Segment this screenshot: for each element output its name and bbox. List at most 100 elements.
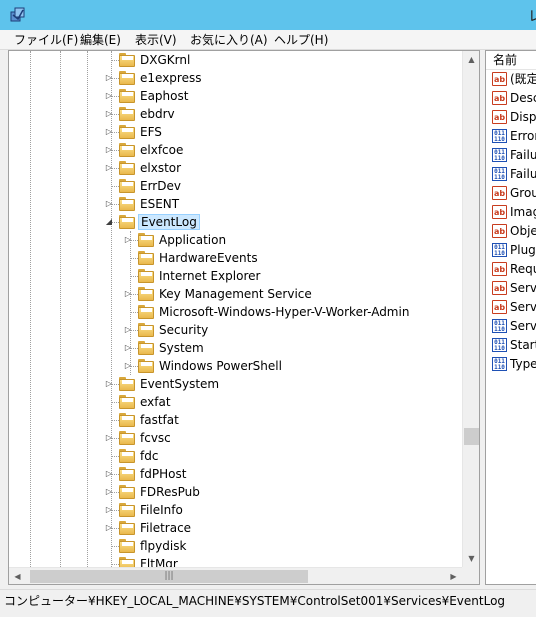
tree-item-label[interactable]: Security [157, 322, 210, 338]
tree-item[interactable]: ▷ System [9, 339, 462, 357]
expand-arrow-icon[interactable]: ▷ [104, 159, 114, 177]
collapse-arrow-icon[interactable]: ◢ [104, 213, 114, 231]
tree-item[interactable]: ▷ e1express [9, 69, 462, 87]
scroll-left-icon[interactable]: ◀ [9, 568, 26, 584]
value-row[interactable]: abGrou [490, 184, 536, 203]
scroll-up-icon[interactable]: ▲ [463, 51, 479, 68]
tree-item-label[interactable]: Microsoft-Windows-Hyper-V-Worker-Admin [157, 304, 411, 320]
value-row[interactable]: abRequ [490, 260, 536, 279]
tree-item[interactable]: ▷ Windows PowerShell [9, 357, 462, 375]
tree-item-label[interactable]: FileInfo [138, 502, 185, 518]
expand-arrow-icon[interactable]: ▷ [123, 285, 133, 303]
value-row[interactable]: abServi [490, 298, 536, 317]
value-row[interactable]: abImag [490, 203, 536, 222]
tree-item-label[interactable]: elxfcoe [138, 142, 185, 158]
tree-item[interactable]: ▷ FDResPub [9, 483, 462, 501]
value-row[interactable]: 011 110 Failu [490, 165, 536, 184]
tree-item-label[interactable]: DXGKrnl [138, 52, 192, 68]
tree-item-label[interactable]: Application [157, 232, 228, 248]
expand-arrow-icon[interactable]: ▷ [104, 87, 114, 105]
scroll-thumb-vertical[interactable] [464, 428, 479, 445]
tree-item-label[interactable]: EventSystem [138, 376, 221, 392]
tree-item[interactable]: ▷ Application [9, 231, 462, 249]
key-tree-pane[interactable]: DXGKrnl ▷ e1express ▷ Eaphost ▷ ebdrv ▷ EFS ▷ elxf… [8, 50, 480, 585]
tree-item[interactable]: DXGKrnl [9, 51, 462, 69]
value-row[interactable]: 011 110 Type [490, 355, 536, 374]
tree-item-label[interactable]: fdPHost [138, 466, 188, 482]
tree-item-label[interactable]: Filetrace [138, 520, 193, 536]
value-row[interactable]: abServi [490, 279, 536, 298]
registry-editor-icon[interactable] [9, 6, 27, 24]
menu-file[interactable]: ファイル(F) [11, 31, 81, 49]
expand-arrow-icon[interactable]: ▷ [104, 69, 114, 87]
expand-arrow-icon[interactable]: ▷ [104, 105, 114, 123]
menu-favorites[interactable]: お気に入り(A) [187, 31, 271, 49]
tree-item-label[interactable]: FltMgr [138, 556, 180, 567]
tree-item[interactable]: ▷ Eaphost [9, 87, 462, 105]
tree-item-label[interactable]: ESENT [138, 196, 181, 212]
value-row[interactable]: abDispl [490, 108, 536, 127]
tree-item[interactable]: ▷ Key Management Service [9, 285, 462, 303]
expand-arrow-icon[interactable]: ▷ [104, 501, 114, 519]
value-row[interactable]: ab (既定 [490, 70, 536, 89]
expand-arrow-icon[interactable]: ▷ [123, 339, 133, 357]
expand-arrow-icon[interactable]: ▷ [104, 123, 114, 141]
expand-arrow-icon[interactable]: ▷ [104, 519, 114, 537]
scroll-thumb-horizontal[interactable]: ||| [30, 570, 308, 583]
scroll-right-icon[interactable]: ▶ [445, 568, 462, 584]
tree-item[interactable]: ▷ elxfcoe [9, 141, 462, 159]
tree-vertical-scrollbar[interactable]: ▲ ▼ [462, 51, 479, 567]
menu-view[interactable]: 表示(V) [132, 31, 180, 49]
value-row[interactable]: 011110PlugP [490, 241, 536, 260]
tree-item[interactable]: ▷ elxstor [9, 159, 462, 177]
tree-item[interactable]: ▷ EventSystem [9, 375, 462, 393]
value-list-pane[interactable]: 名前 ab(既定abDescabDispl011110Error011110Fa… [485, 50, 536, 585]
value-row[interactable]: 011110Servi [490, 317, 536, 336]
menu-help[interactable]: ヘルプ(H) [271, 31, 331, 49]
scroll-down-icon[interactable]: ▼ [463, 550, 479, 567]
tree-item-label[interactable]: Internet Explorer [157, 268, 262, 284]
tree-item[interactable]: flpydisk [9, 537, 462, 555]
expand-arrow-icon[interactable]: ▷ [123, 357, 133, 375]
tree-item-label[interactable]: HardwareEvents [157, 250, 260, 266]
tree-item-label[interactable]: elxstor [138, 160, 183, 176]
tree-item[interactable]: HardwareEvents [9, 249, 462, 267]
value-row[interactable]: 011110Error [490, 127, 536, 146]
value-row[interactable]: ab Obje [490, 222, 536, 241]
tree-item[interactable]: ▷ fdPHost [9, 465, 462, 483]
tree-item-label[interactable]: System [157, 340, 206, 356]
tree-item-label[interactable]: EFS [138, 124, 164, 140]
tree-item-label[interactable]: fdc [138, 448, 160, 464]
tree-item-label[interactable]: ErrDev [138, 178, 183, 194]
value-row[interactable]: 011110Start [490, 336, 536, 355]
expand-arrow-icon[interactable]: ▷ [123, 321, 133, 339]
tree-item-label[interactable]: Windows PowerShell [157, 358, 284, 374]
expand-arrow-icon[interactable]: ▷ [104, 141, 114, 159]
tree-item[interactable]: ▷ fcvsc [9, 429, 462, 447]
expand-arrow-icon[interactable]: ▷ [104, 375, 114, 393]
tree-item[interactable]: ◢ EventLog [9, 213, 462, 231]
tree-item[interactable]: ▷ FileInfo [9, 501, 462, 519]
tree-item-label[interactable]: fastfat [138, 412, 181, 428]
tree-item-label[interactable]: Key Management Service [157, 286, 314, 302]
tree-item-label[interactable]: e1express [138, 70, 203, 86]
tree-item[interactable]: ErrDev [9, 177, 462, 195]
tree-item[interactable]: FltMgr [9, 555, 462, 567]
tree-item[interactable]: Microsoft-Windows-Hyper-V-Worker-Admin [9, 303, 462, 321]
column-header-name[interactable]: 名前 [486, 51, 536, 70]
value-row[interactable]: abDesc [490, 89, 536, 108]
tree-item[interactable]: fdc [9, 447, 462, 465]
tree-item[interactable]: ▷ ESENT [9, 195, 462, 213]
tree-item[interactable]: ▷ Filetrace [9, 519, 462, 537]
tree-item-label[interactable]: flpydisk [138, 538, 188, 554]
menu-edit[interactable]: 編集(E) [77, 31, 124, 49]
tree-item-label[interactable]: Eaphost [138, 88, 190, 104]
tree-item[interactable]: ▷ Security [9, 321, 462, 339]
value-row[interactable]: 011 110 Failu [490, 146, 536, 165]
tree-item[interactable]: ▷ EFS [9, 123, 462, 141]
tree-item[interactable]: exfat [9, 393, 462, 411]
tree-item-label[interactable]: FDResPub [138, 484, 202, 500]
tree-item[interactable]: Internet Explorer [9, 267, 462, 285]
tree-item-label[interactable]: ebdrv [138, 106, 177, 122]
expand-arrow-icon[interactable]: ▷ [123, 231, 133, 249]
